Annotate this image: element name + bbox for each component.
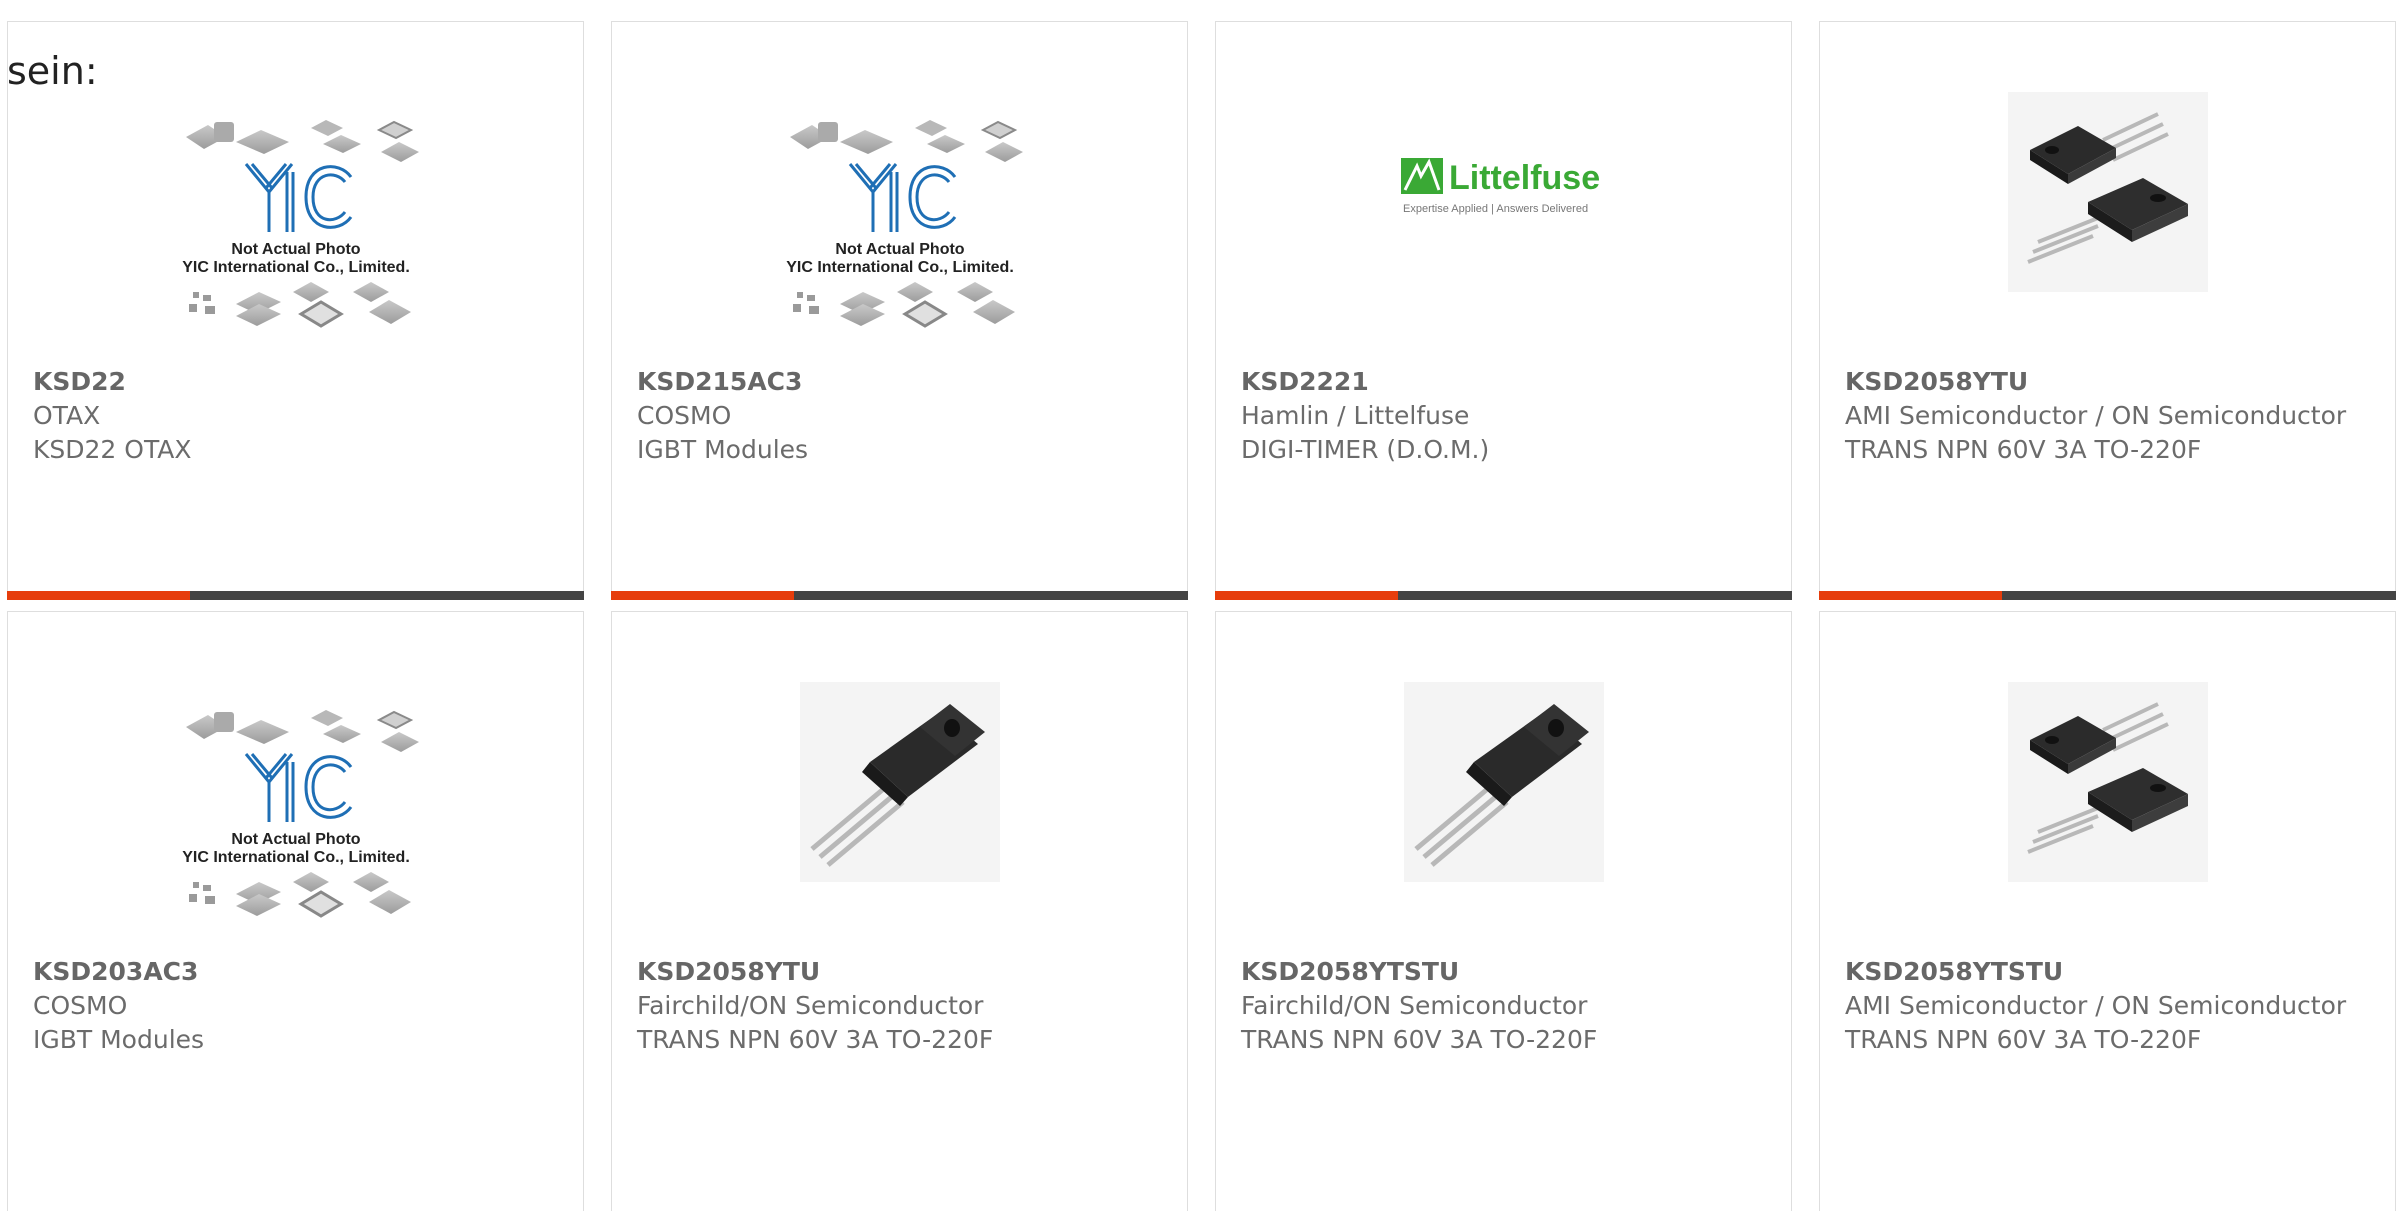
to220-single-icon: [800, 682, 1000, 882]
part-number[interactable]: KSD2221: [1241, 365, 1771, 399]
product-image[interactable]: [8, 682, 583, 962]
product-card[interactable]: KSD2058YTU AMI Semiconductor / ON Semico…: [1819, 21, 2396, 600]
product-grid: KSD22 OTAX KSD22 OTAX KSD215AC3 COSMO IG…: [7, 21, 2400, 1211]
description: IGBT Modules: [33, 1025, 205, 1054]
littelfuse-name: Littelfuse: [1449, 159, 1600, 197]
product-image[interactable]: [1820, 92, 2395, 372]
part-number[interactable]: KSD22: [33, 365, 563, 399]
card-footer-bar: [611, 591, 1188, 600]
to220-single-icon: [1404, 682, 1604, 882]
description: TRANS NPN 60V 3A TO-220F: [1845, 435, 2202, 464]
brand: COSMO: [637, 401, 732, 430]
product-card[interactable]: KSD2058YTU Fairchild/ON Semiconductor TR…: [611, 611, 1188, 1211]
brand: Fairchild/ON Semiconductor: [637, 991, 984, 1020]
product-card[interactable]: KSD2058YTSTU Fairchild/ON Semiconductor …: [1215, 611, 1792, 1211]
product-image[interactable]: [8, 92, 583, 372]
yic-placeholder-icon: [161, 92, 431, 332]
brand: OTAX: [33, 401, 101, 430]
card-footer-bar: [1215, 591, 1792, 600]
card-footer-bar: [7, 591, 584, 600]
yic-placeholder-icon: [161, 682, 431, 922]
description: TRANS NPN 60V 3A TO-220F: [1241, 1025, 1598, 1054]
lead-text: sein:: [7, 49, 98, 93]
yic-placeholder-icon: [765, 92, 1035, 332]
product-image[interactable]: [612, 92, 1187, 372]
product-card[interactable]: KSD215AC3 COSMO IGBT Modules: [611, 21, 1188, 600]
description: IGBT Modules: [637, 435, 809, 464]
to220-pair-icon: [2008, 92, 2208, 292]
littelfuse-tagline: Expertise Applied | Answers Delivered: [1403, 203, 1588, 215]
product-card[interactable]: KSD203AC3 COSMO IGBT Modules: [7, 611, 584, 1211]
littelfuse-logo-icon: Littelfuse Expertise Applied | Answers D…: [1400, 158, 1600, 215]
part-number[interactable]: KSD215AC3: [637, 365, 1167, 399]
brand: AMI Semiconductor / ON Semiconductor: [1845, 401, 2347, 430]
brand: COSMO: [33, 991, 128, 1020]
part-number[interactable]: KSD2058YTU: [637, 955, 1167, 989]
part-number[interactable]: KSD2058YTSTU: [1845, 955, 2375, 989]
part-number[interactable]: KSD2058YTU: [1845, 365, 2375, 399]
product-image[interactable]: [612, 682, 1187, 962]
description: KSD22 OTAX: [33, 435, 192, 464]
product-card[interactable]: Littelfuse Expertise Applied | Answers D…: [1215, 21, 1792, 600]
brand: Fairchild/ON Semiconductor: [1241, 991, 1588, 1020]
description: TRANS NPN 60V 3A TO-220F: [1845, 1025, 2202, 1054]
product-card[interactable]: KSD2058YTSTU AMI Semiconductor / ON Semi…: [1819, 611, 2396, 1211]
product-image[interactable]: [1216, 682, 1791, 962]
description: DIGI-TIMER (D.O.M.): [1241, 435, 1490, 464]
part-number[interactable]: KSD203AC3: [33, 955, 563, 989]
brand: AMI Semiconductor / ON Semiconductor: [1845, 991, 2347, 1020]
brand: Hamlin / Littelfuse: [1241, 401, 1470, 430]
product-image[interactable]: [1820, 682, 2395, 962]
to220-pair-icon: [2008, 682, 2208, 882]
product-card[interactable]: KSD22 OTAX KSD22 OTAX: [7, 21, 584, 600]
description: TRANS NPN 60V 3A TO-220F: [637, 1025, 994, 1054]
part-number[interactable]: KSD2058YTSTU: [1241, 955, 1771, 989]
card-footer-bar: [1819, 591, 2396, 600]
